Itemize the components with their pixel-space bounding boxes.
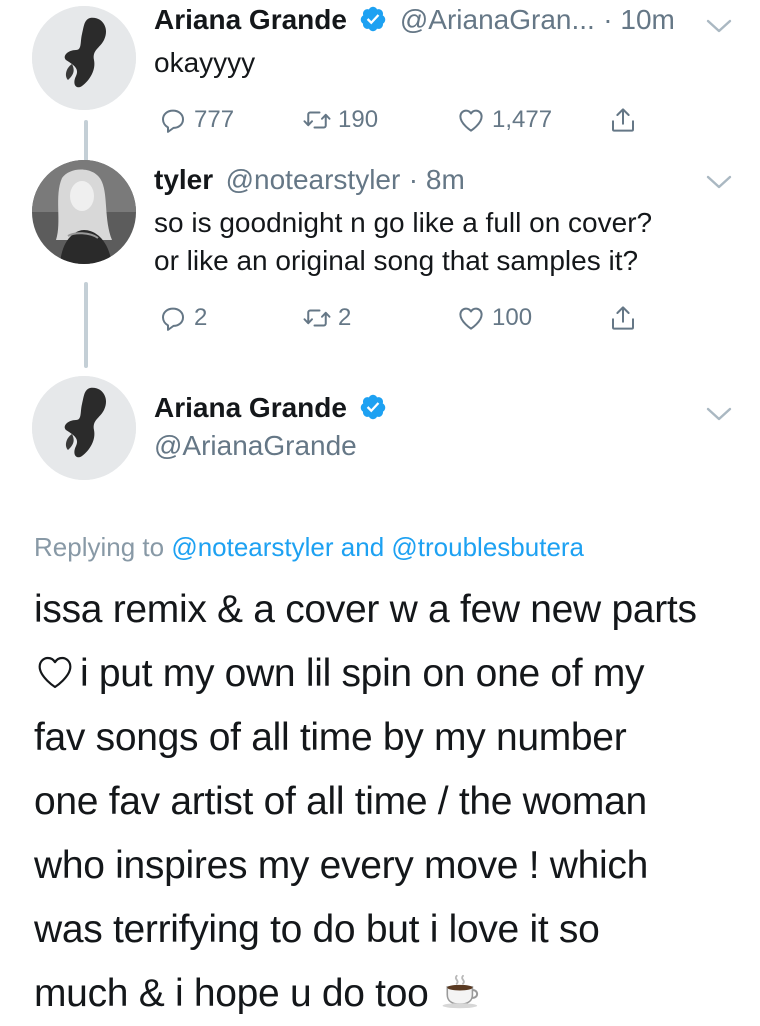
handle[interactable]: @ArianaGrande <box>154 430 357 462</box>
share-button[interactable] <box>608 104 644 136</box>
main-tweet-text: issa remix & a cover w a few new parts i… <box>34 578 744 1026</box>
display-name[interactable]: tyler <box>154 164 213 195</box>
handle[interactable]: @ArianaGran... <box>400 4 595 35</box>
avatar-ariana-1[interactable] <box>32 6 136 110</box>
mention-link[interactable]: @troublesbutera <box>391 532 584 562</box>
like-count: 1,477 <box>492 106 553 133</box>
timestamp[interactable]: · 8m <box>409 164 465 195</box>
portrait-photo <box>32 160 136 264</box>
reply-button[interactable]: 777 <box>158 104 234 136</box>
tweet-1-text: okayyyy <box>154 44 255 82</box>
heart-icon <box>459 307 483 330</box>
chevron-down-icon[interactable] <box>704 16 734 36</box>
replying-to: Replying to @notearstyler and @troublesb… <box>34 532 584 563</box>
like-button[interactable]: 1,477 <box>456 104 552 136</box>
tweet-text-line: fav songs of all time by my number <box>34 716 627 759</box>
avatar-tyler[interactable] <box>32 160 136 264</box>
reply-icon <box>162 109 184 133</box>
retweet-count: 2 <box>338 304 352 331</box>
verified-badge-icon <box>361 6 386 32</box>
retweet-button[interactable]: 2 <box>302 302 351 334</box>
retweet-icon <box>303 309 331 327</box>
hot-beverage-emoji-icon <box>442 974 479 1009</box>
share-icon <box>612 306 634 330</box>
tweet-2-text: so is goodnight n go like a full on cove… <box>154 204 652 280</box>
like-button[interactable]: 100 <box>456 302 532 334</box>
reply-button[interactable]: 2 <box>158 302 207 334</box>
replying-prefix: Replying to <box>34 532 165 562</box>
tweet-1-header: Ariana Grande @ArianaGran... · 10m <box>154 4 675 36</box>
thread-line-2 <box>84 282 88 368</box>
share-icon <box>612 108 634 132</box>
share-button[interactable] <box>608 302 644 334</box>
tweet-2-header: tyler @notearstyler · 8m <box>154 164 465 196</box>
reply-count: 777 <box>194 106 235 133</box>
reply-count: 2 <box>194 304 208 331</box>
tweet-text: much & i hope u do too <box>34 972 429 1015</box>
mention-link[interactable]: @notearstyler <box>171 532 333 562</box>
tweet-text-line-with-emoji: i put my own lil spin on one of my <box>34 642 744 706</box>
white-heart-emoji-icon <box>38 656 72 689</box>
tweet-text-line: was terrifying to do but i love it so <box>34 908 600 951</box>
chevron-down-icon[interactable] <box>704 404 734 424</box>
retweet-count: 190 <box>338 106 379 133</box>
main-tweet-name-row: Ariana Grande <box>154 392 387 424</box>
retweet-icon <box>303 111 331 129</box>
tweet-text-line: so is goodnight n go like a full on cove… <box>154 207 653 238</box>
replying-and[interactable]: and <box>341 532 384 562</box>
silhouette-photo <box>32 376 136 480</box>
tweet-2-actions: 2 2 100 <box>154 302 714 336</box>
tweet-text-line: okayyyy <box>154 47 256 78</box>
reply-icon <box>162 307 184 331</box>
avatar-ariana-2[interactable] <box>32 376 136 480</box>
verified-badge-icon <box>361 394 386 420</box>
timestamp[interactable]: · 10m <box>603 4 675 35</box>
tweet-1-actions: 777 190 1,477 <box>154 104 714 138</box>
silhouette-photo <box>32 6 136 110</box>
like-count: 100 <box>492 304 533 331</box>
display-name[interactable]: Ariana Grande <box>154 392 347 423</box>
tweet-text-line: or like an original song that samples it… <box>154 245 639 276</box>
heart-icon <box>459 109 483 132</box>
tweet-text-line: one fav artist of all time / the woman <box>34 780 647 823</box>
retweet-button[interactable]: 190 <box>302 104 378 136</box>
tweet-text-line: issa remix & a cover w a few new parts <box>34 588 697 631</box>
handle[interactable]: @notearstyler <box>226 164 401 195</box>
tweet-text-line: who inspires my every move ! which <box>34 844 649 887</box>
chevron-down-icon[interactable] <box>704 172 734 192</box>
display-name[interactable]: Ariana Grande <box>154 4 347 35</box>
tweet-text-line-with-emoji: much & i hope u do too <box>34 962 744 1026</box>
tweet-text: i put my own lil spin on one of my <box>80 652 645 695</box>
thread-line-1 <box>84 120 88 162</box>
